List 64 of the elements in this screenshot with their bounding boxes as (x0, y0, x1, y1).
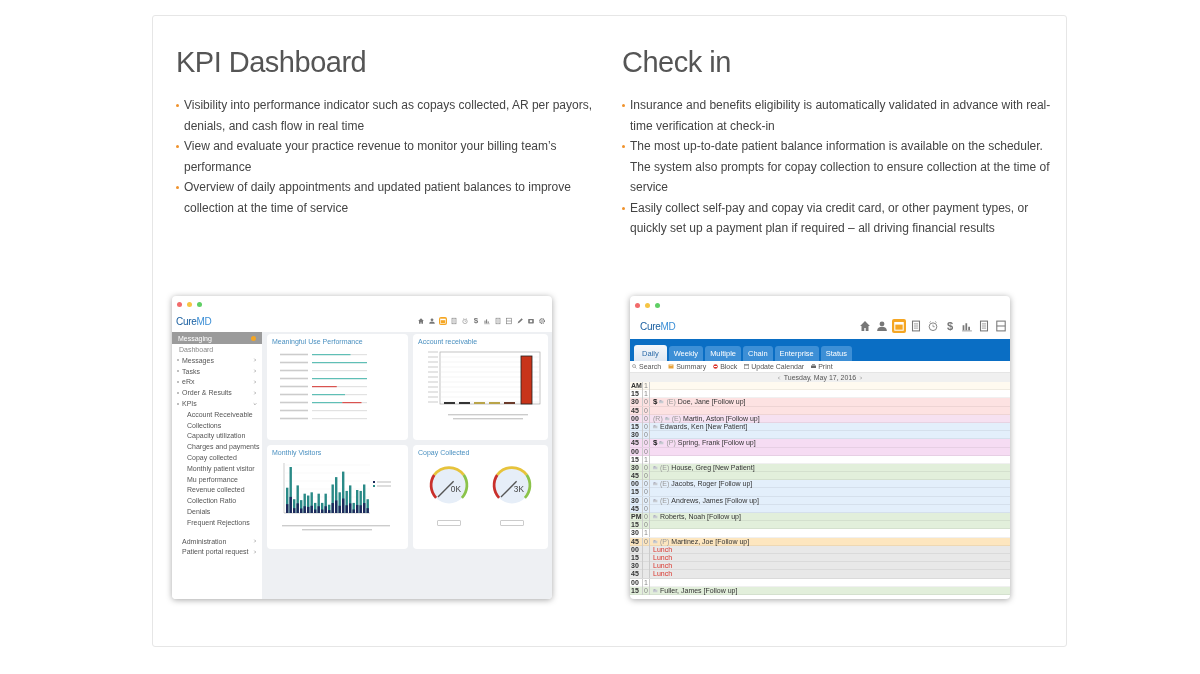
gauge-drawing (429, 466, 469, 504)
logo: CureMD (640, 320, 676, 332)
box-icon[interactable] (527, 317, 535, 325)
gauge-drawing (492, 466, 532, 504)
minimize-dot[interactable] (645, 303, 650, 308)
next-day-icon[interactable] (859, 375, 864, 380)
bullet-text: Insurance and benefits eligibility is automatically validated in advance with real-time verification at check-in (630, 97, 1052, 135)
document-icon[interactable] (450, 317, 458, 325)
gauge-reading: 0K (451, 485, 462, 495)
bullet-icon (176, 145, 179, 148)
printer-icon (811, 364, 817, 369)
document-icon[interactable] (977, 319, 991, 333)
search-icon (632, 364, 637, 369)
document-icon[interactable] (494, 317, 502, 325)
calendar-icon[interactable] (892, 319, 906, 333)
status-icon (653, 482, 658, 487)
close-dot[interactable] (635, 303, 640, 308)
status-icon (664, 416, 670, 421)
status-icon (659, 400, 665, 405)
bullet-icon (622, 206, 625, 210)
dollar-button[interactable]: $ (472, 317, 480, 325)
bullet-text: The most up-to-date patient balance information is available on the scheduler. The system also prompts for copay collection to ensure collection at the time of service (630, 138, 1051, 196)
section-title: KPI Dashboard (176, 46, 367, 79)
bullet-icon (622, 104, 625, 107)
pencil-icon[interactable] (516, 317, 524, 325)
close-dot[interactable] (177, 302, 182, 307)
bullet-text: Easily collect self-pay and copay via credit card, or other payment types, or quickly set up a payment plan if required – all driving financial results (630, 199, 1030, 237)
settings-icon[interactable] (538, 317, 546, 325)
bullet-text: View and evaluate your practice revenue to monitor your billing team’s performance (184, 138, 558, 176)
calendar-icon (744, 364, 750, 369)
clock-icon[interactable] (926, 319, 940, 333)
block-icon (713, 364, 719, 369)
dropdown-field[interactable] (437, 520, 462, 526)
status-icon (653, 424, 658, 429)
status-icon (653, 465, 658, 470)
previous-day-icon[interactable] (776, 375, 781, 380)
logo: CureMD (176, 315, 212, 327)
chart-icon[interactable] (483, 317, 491, 325)
status-icon (653, 498, 658, 503)
home-icon[interactable] (858, 319, 872, 333)
bullet-icon (176, 186, 179, 189)
status-icon (653, 539, 658, 544)
minimize-dot[interactable] (187, 302, 192, 307)
gauge-reading: 3K (513, 485, 524, 495)
columns-icon[interactable] (505, 317, 513, 325)
document-icon[interactable] (909, 319, 923, 333)
bullet-icon (176, 104, 179, 107)
maximize-dot[interactable] (655, 303, 660, 308)
summary-icon (668, 364, 675, 369)
person-icon[interactable] (875, 319, 889, 333)
status-icon (653, 588, 658, 593)
calendar-icon[interactable] (439, 317, 447, 325)
person-icon[interactable] (428, 317, 436, 325)
maximize-dot[interactable] (197, 302, 202, 307)
bullet-text: Overview of daily appointments and updated patient balances to improve collection at the time of service (184, 179, 572, 217)
section-title: Check in (622, 46, 731, 79)
home-icon[interactable] (417, 317, 425, 325)
bullet-icon (622, 145, 625, 148)
bullet-text: Visibility into performance indicator such as copays collected, AR per payors, denials, and cash flow in real time (184, 97, 593, 135)
dropdown-field[interactable] (499, 520, 524, 526)
clock-icon[interactable] (461, 317, 469, 325)
status-icon (659, 441, 665, 446)
dollar-button[interactable]: $ (943, 319, 957, 333)
columns-icon[interactable] (994, 319, 1008, 333)
